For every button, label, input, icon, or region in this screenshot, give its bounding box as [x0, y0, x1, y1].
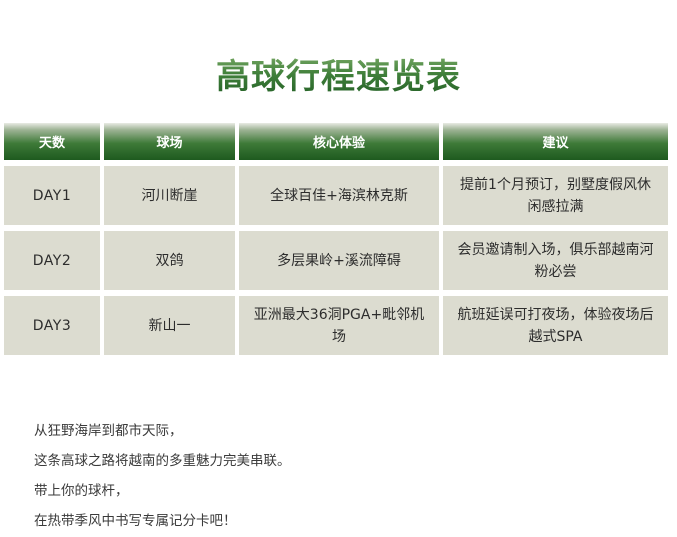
advice-cell: 航班延误可打夜场，体验夜场后越式SPA	[443, 296, 668, 355]
advice-cell: 提前1个月预订，别墅度假风休闲感拉满	[443, 166, 668, 225]
day-cell: DAY3	[4, 296, 100, 355]
paragraph-line: 这条高球之路将越南的多重魅力完美串联。	[34, 453, 291, 469]
experience-cell: 多层果岭+溪流障碍	[239, 231, 439, 290]
header-course: 球场	[104, 123, 235, 160]
table-row: DAY1 河川断崖 全球百佳+海滨林克斯 提前1个月预订，别墅度假风休闲感拉满	[4, 166, 672, 225]
table-header-row: 天数 球场 核心体验 建议	[4, 123, 672, 160]
header-advice: 建议	[443, 123, 668, 160]
day-cell: DAY1	[4, 166, 100, 225]
advice-cell: 会员邀请制入场，俱乐部越南河粉必尝	[443, 231, 668, 290]
experience-cell: 全球百佳+海滨林克斯	[239, 166, 439, 225]
table-row: DAY3 新山一 亚洲最大36洞PGA+毗邻机场 航班延误可打夜场，体验夜场后越…	[4, 296, 672, 355]
course-cell: 河川断崖	[104, 166, 235, 225]
experience-cell: 亚洲最大36洞PGA+毗邻机场	[239, 296, 439, 355]
course-cell: 新山一	[104, 296, 235, 355]
table-row: DAY2 双鸽 多层果岭+溪流障碍 会员邀请制入场，俱乐部越南河粉必尝	[4, 231, 672, 290]
header-experience: 核心体验	[239, 123, 439, 160]
course-cell: 双鸽	[104, 231, 235, 290]
paragraph-line: 从狂野海岸到都市天际，	[34, 423, 183, 439]
paragraph-line: 在热带季风中书写专属记分卡吧！	[34, 513, 237, 529]
itinerary-table: 天数 球场 核心体验 建议 DAY1 河川断崖 全球百佳+海滨林克斯 提前1个月…	[4, 123, 672, 361]
page-title: 高球行程速览表	[0, 52, 677, 102]
paragraph-line: 带上你的球杆，	[34, 483, 129, 499]
header-day: 天数	[4, 123, 100, 160]
closing-paragraph: 从狂野海岸到都市天际， 这条高球之路将越南的多重魅力完美串联。 带上你的球杆， …	[34, 416, 291, 536]
day-cell: DAY2	[4, 231, 100, 290]
